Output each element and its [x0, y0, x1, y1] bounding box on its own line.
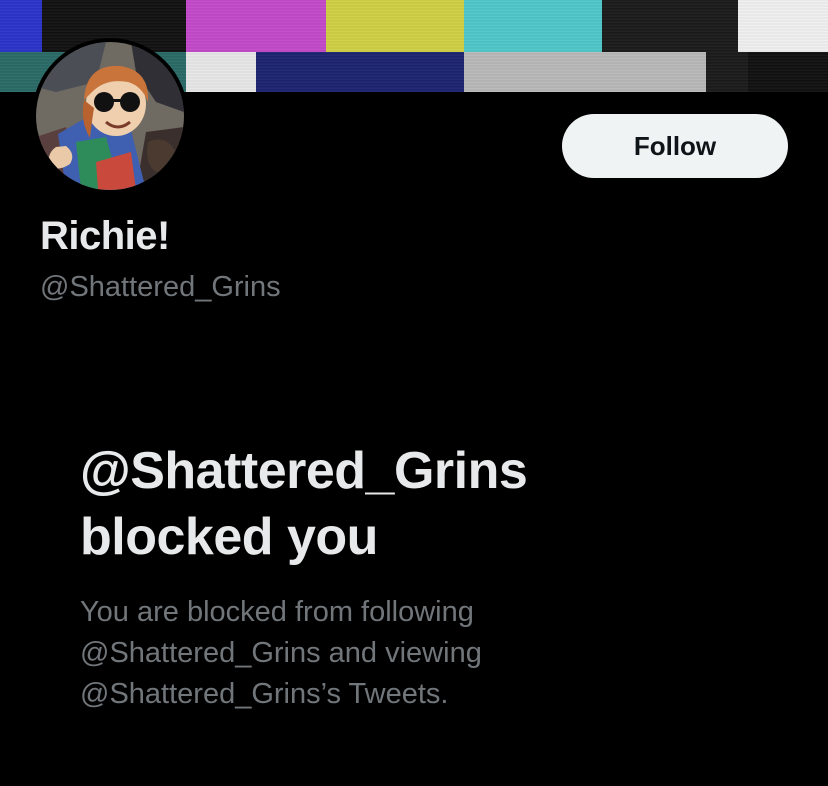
banner-bar — [706, 52, 748, 92]
banner-bar — [748, 52, 828, 92]
blocked-description: You are blocked from following @Shattere… — [80, 596, 482, 710]
banner-bar — [326, 0, 464, 52]
blocked-notice: @Shattered_Grins blocked you You are blo… — [80, 438, 740, 715]
banner-bar — [256, 52, 464, 92]
profile-display-name: Richie! — [40, 214, 170, 258]
blocked-title-text: blocked you — [80, 508, 378, 566]
blocked-title: @Shattered_Grins blocked you — [80, 438, 740, 570]
follow-button[interactable]: Follow — [562, 114, 788, 178]
profile-page: Follow Richie! @Shattered_Grins @Shatter… — [0, 0, 828, 786]
banner-bar — [464, 0, 602, 52]
avatar[interactable] — [32, 38, 188, 194]
banner-bar — [464, 52, 706, 92]
cartoon-avatar-with-sunglasses-icon — [36, 42, 184, 190]
banner-bar — [186, 0, 326, 52]
banner-bar — [738, 0, 828, 52]
blocked-title-handle: @Shattered_Grins — [80, 442, 528, 500]
banner-bar — [186, 52, 256, 92]
banner-bar — [602, 0, 738, 52]
profile-handle: @Shattered_Grins — [40, 271, 281, 303]
